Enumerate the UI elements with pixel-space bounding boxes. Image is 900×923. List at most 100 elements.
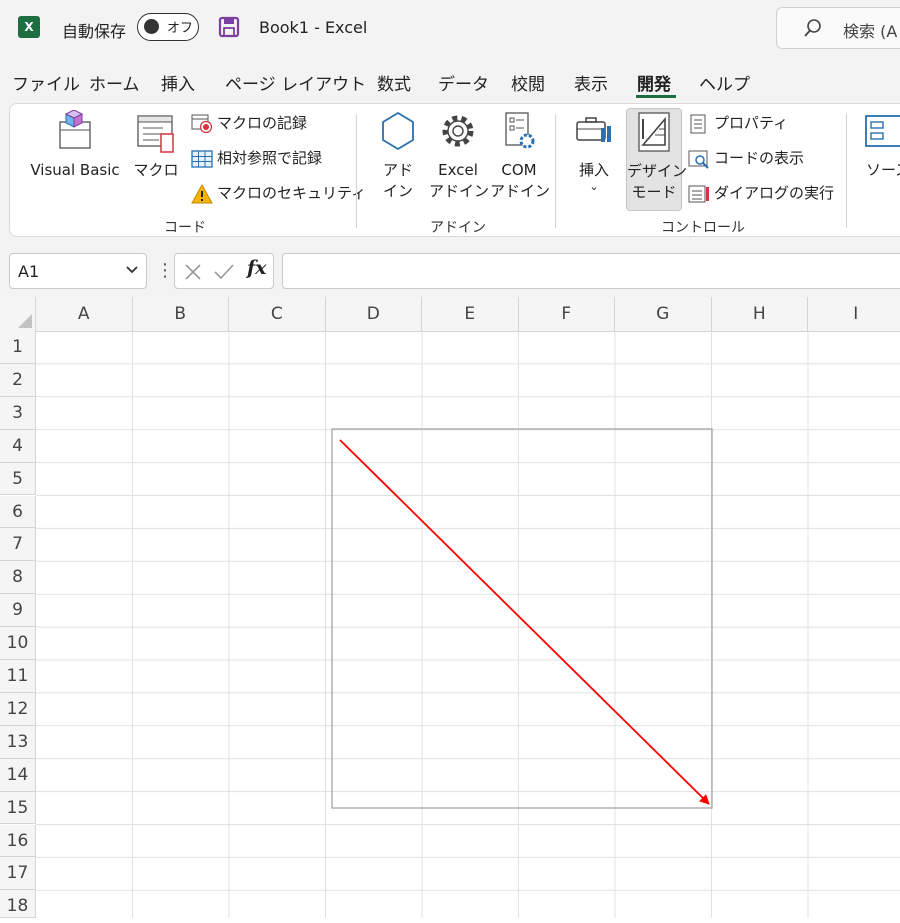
column-header-i[interactable]: I xyxy=(808,297,900,331)
macro-label: マクロ xyxy=(133,161,179,179)
row-header-3[interactable]: 3 xyxy=(0,396,36,430)
search-box[interactable]: 検索 (A xyxy=(776,7,900,49)
view-code-label: コードの表示 xyxy=(714,149,805,167)
toolbox-icon xyxy=(576,117,611,142)
insert-control-label: 挿入 xyxy=(578,161,609,179)
com-addins-icon xyxy=(505,112,535,149)
addins-label-line1: アド xyxy=(382,161,413,179)
row-header-7[interactable]: 7 xyxy=(0,528,36,562)
column-header-a[interactable]: A xyxy=(36,297,133,331)
macro-security-button[interactable]: マクロのセキュリティ xyxy=(191,182,366,204)
tab-home[interactable]: ホーム xyxy=(89,70,140,95)
design-mode-icon xyxy=(638,112,670,152)
group-label-code: コード xyxy=(164,220,206,236)
check-icon[interactable] xyxy=(214,263,234,281)
row-header-15[interactable]: 15 xyxy=(0,791,36,825)
row-header-12[interactable]: 12 xyxy=(0,692,36,726)
source-icon xyxy=(865,115,900,147)
autosave-label: 自動保存 xyxy=(62,22,127,41)
name-box[interactable]: A1 xyxy=(9,253,147,289)
view-code-button[interactable]: コードの表示 xyxy=(688,147,804,169)
relative-reference-label: 相対参照で記録 xyxy=(217,149,323,167)
insert-control-button[interactable]: 挿入 ⌄ xyxy=(568,110,620,193)
visual-basic-button[interactable]: Visual Basic xyxy=(25,109,125,181)
macro-icon xyxy=(137,115,174,153)
tab-file[interactable]: ファイル xyxy=(12,70,80,95)
group-separator xyxy=(356,114,357,228)
addins-button[interactable]: アド イン xyxy=(374,110,422,202)
design-mode-label-line1: デザイン xyxy=(627,162,688,180)
row-header-18[interactable]: 18 xyxy=(0,890,36,918)
addins-icon xyxy=(382,111,414,151)
addins-label-line2: イン xyxy=(382,182,413,200)
more-options-icon[interactable]: ⋮ xyxy=(156,260,174,281)
column-header-e[interactable]: E xyxy=(422,297,519,331)
row-header-1[interactable]: 1 xyxy=(0,331,36,364)
select-all-button[interactable] xyxy=(0,297,36,331)
group-separator xyxy=(555,114,556,228)
row-header-9[interactable]: 9 xyxy=(0,594,36,628)
ribbon-tabs: ファイル ホーム 挿入 ページ レイアウト 数式 データ 校閲 表示 開発 ヘル… xyxy=(0,58,900,100)
row-header-8[interactable]: 8 xyxy=(0,561,36,595)
row-header-5[interactable]: 5 xyxy=(0,462,36,496)
column-header-d[interactable]: D xyxy=(326,297,422,331)
document-title: Book1 - Excel xyxy=(259,18,368,37)
column-header-c[interactable]: C xyxy=(229,297,326,331)
column-header-g[interactable]: G xyxy=(615,297,712,331)
tab-help[interactable]: ヘルプ xyxy=(699,70,750,95)
chevron-down-icon: ⌄ xyxy=(589,180,599,193)
tab-formulas[interactable]: 数式 xyxy=(377,70,411,95)
properties-icon xyxy=(690,114,706,133)
warning-icon xyxy=(191,183,213,203)
com-addins-button[interactable]: COM アドイン xyxy=(490,110,550,202)
name-box-value: A1 xyxy=(18,262,40,281)
column-header-h[interactable]: H xyxy=(712,297,808,331)
design-mode-button[interactable]: デザイン モード xyxy=(626,108,688,211)
chevron-down-icon xyxy=(126,266,138,274)
insert-function-icon[interactable]: fx xyxy=(247,257,267,279)
title-bar: X 自動保存 オフ Book1 - Excel 検索 (A xyxy=(0,0,900,58)
properties-button[interactable]: プロパティ xyxy=(688,112,788,134)
autosave-toggle[interactable]: オフ xyxy=(137,13,199,41)
source-label: ソース xyxy=(866,161,900,179)
record-macro-icon xyxy=(191,114,213,133)
formula-buttons: fx xyxy=(174,253,274,289)
column-header-f[interactable]: F xyxy=(519,297,615,331)
gear-icon xyxy=(442,115,474,147)
row-header-16[interactable]: 16 xyxy=(0,824,36,858)
visual-basic-icon xyxy=(59,109,91,149)
tab-data[interactable]: データ xyxy=(438,70,489,95)
row-header-13[interactable]: 13 xyxy=(0,725,36,759)
group-label-controls: コントロール xyxy=(661,220,745,236)
save-icon[interactable] xyxy=(218,16,240,38)
tab-developer[interactable]: 開発 xyxy=(637,70,671,95)
macro-button[interactable]: マクロ xyxy=(130,110,182,181)
cancel-icon[interactable] xyxy=(184,263,202,281)
visual-basic-label: Visual Basic xyxy=(30,161,120,179)
formula-input[interactable] xyxy=(282,253,900,289)
row-header-11[interactable]: 11 xyxy=(0,660,36,693)
tab-page-layout[interactable]: ページ レイアウト xyxy=(225,70,366,95)
row-header-6[interactable]: 6 xyxy=(0,495,36,529)
row-header-17[interactable]: 17 xyxy=(0,857,36,891)
row-header-14[interactable]: 14 xyxy=(0,758,36,792)
search-placeholder: 検索 (A xyxy=(843,22,898,41)
tab-review[interactable]: 校閲 xyxy=(511,70,545,95)
row-header-2[interactable]: 2 xyxy=(0,363,36,397)
excel-icon: X xyxy=(18,16,40,38)
tab-insert[interactable]: 挿入 xyxy=(161,70,195,95)
tab-view[interactable]: 表示 xyxy=(574,70,608,95)
row-header-10[interactable]: 10 xyxy=(0,627,36,660)
excel-addins-button[interactable]: Excel アドイン xyxy=(429,110,489,202)
source-button[interactable]: ソース xyxy=(860,110,900,181)
view-code-icon xyxy=(688,150,709,169)
record-macro-button[interactable]: マクロの記録 xyxy=(191,112,307,134)
run-dialog-button[interactable]: ダイアログの実行 xyxy=(688,182,834,204)
relative-reference-icon xyxy=(191,149,213,168)
ribbon: Visual Basic マクロ マクロの記録 相対参照で記録 マクロのセキュリ… xyxy=(9,103,900,237)
column-header-b[interactable]: B xyxy=(133,297,229,331)
cell-grid[interactable] xyxy=(36,331,900,923)
row-header-4[interactable]: 4 xyxy=(0,429,36,463)
relative-reference-button[interactable]: 相対参照で記録 xyxy=(191,147,322,169)
group-label-addins: アドイン xyxy=(430,220,486,236)
